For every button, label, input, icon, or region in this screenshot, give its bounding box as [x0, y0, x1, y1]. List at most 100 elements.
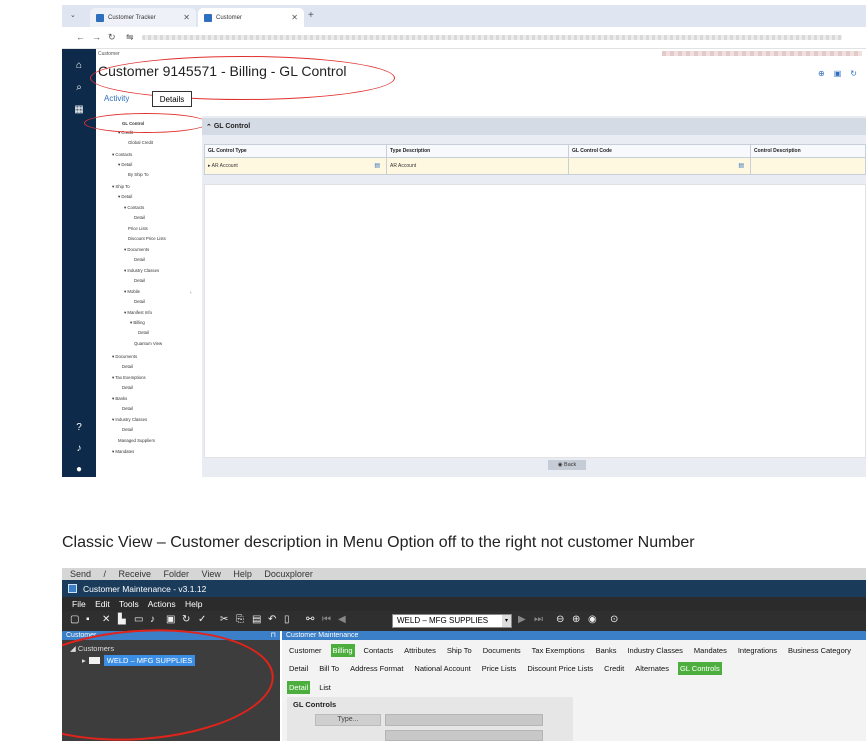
cut-icon[interactable]: ✂	[220, 614, 228, 625]
chevron-down-icon[interactable]: ⌄	[70, 11, 80, 21]
tree-item[interactable]: ▾ Contacts	[124, 205, 144, 211]
tree-item[interactable]: ▾ Manifest Info	[124, 310, 152, 316]
tree-item[interactable]: ▾ Mandates	[112, 449, 134, 455]
tree-item[interactable]: ▾ Industry Classes	[124, 268, 159, 274]
header-action-icons[interactable]: ⊕▣↻	[818, 69, 866, 78]
home-nav-icon[interactable]: ◉	[588, 614, 597, 625]
forward-nav-icon[interactable]: ⊕	[572, 614, 580, 625]
site-settings-icon[interactable]: ⇋	[126, 32, 134, 43]
tab-national-account[interactable]: National Account	[412, 662, 472, 675]
tree-item[interactable]: Global Credit	[128, 140, 153, 145]
grid-cell[interactable]: ▤	[568, 157, 751, 175]
tree-item[interactable]: ▾ Detail	[118, 162, 132, 168]
next-record-icon[interactable]: ▶	[518, 614, 526, 625]
tree-item[interactable]: Detail	[138, 330, 149, 335]
copy-icon[interactable]: ▭	[134, 614, 143, 625]
lookup-icon[interactable]: ▤	[738, 162, 744, 169]
tab-industry-classes[interactable]: Industry Classes	[625, 644, 684, 657]
tab-attributes[interactable]: Attributes	[402, 644, 438, 657]
tab-tax-exemptions[interactable]: Tax Exemptions	[530, 644, 587, 657]
browser-tab-customer[interactable]: Customer ✕	[198, 8, 304, 27]
tab-address-format[interactable]: Address Format	[348, 662, 405, 675]
tab-details[interactable]: Details	[152, 91, 192, 107]
tab-contacts[interactable]: Contacts	[362, 644, 396, 657]
save-icon[interactable]: ▪	[86, 614, 90, 625]
tree-item[interactable]: Detail	[134, 257, 145, 262]
tree-item[interactable]: ▾ Industry Classes	[112, 417, 147, 423]
tab-bill-to[interactable]: Bill To	[317, 662, 341, 675]
tab-detail-view[interactable]: Detail	[287, 681, 311, 694]
tree-item[interactable]: ▾ Contacts	[112, 152, 132, 158]
menu-actions[interactable]: Actions	[148, 599, 176, 609]
clipboard-icon[interactable]: ⎘	[236, 614, 244, 625]
tab-list-view[interactable]: List	[317, 681, 333, 694]
table-row[interactable]: ▸ AR Account ▤ AR Account ▤	[204, 157, 866, 175]
tree-item[interactable]: ▾ Mobile	[124, 289, 140, 295]
grid-cell[interactable]	[750, 157, 866, 175]
close-icon[interactable]: ✕	[291, 13, 298, 22]
tree-item[interactable]: Detail	[122, 385, 133, 390]
column-header[interactable]: GL Control Type	[204, 144, 387, 158]
tree-item[interactable]: ▾ Banks	[112, 396, 127, 402]
menu-file[interactable]: File	[72, 599, 86, 609]
chevron-down-icon[interactable]: ▾	[502, 615, 511, 627]
paste-icon[interactable]: ▤	[252, 614, 261, 625]
menu-edit[interactable]: Edit	[95, 599, 110, 609]
search-icon[interactable]: ⌕	[72, 81, 86, 95]
tab-banks[interactable]: Banks	[594, 644, 619, 657]
tree-item[interactable]: ▾ Documents	[124, 247, 149, 253]
tab-business-category[interactable]: Business Category	[786, 644, 853, 657]
tab-billing[interactable]: Billing	[330, 644, 355, 657]
bell-icon[interactable]: ♪	[72, 442, 86, 456]
tree-item[interactable]: ▾ Documents	[112, 354, 137, 360]
tab-activity[interactable]: Activity	[104, 94, 129, 103]
close-icon[interactable]: ✕	[183, 13, 190, 22]
undo-icon[interactable]: ↶	[268, 614, 276, 625]
refresh-icon[interactable]: ↻	[182, 614, 190, 625]
grid-cell[interactable]: ▸ AR Account ▤	[204, 157, 387, 175]
previous-record-icon[interactable]: ◀	[338, 614, 346, 625]
type-button[interactable]: Type...	[315, 714, 381, 726]
record-selector[interactable]: WELD – MFG SUPPLIES ▾	[392, 614, 512, 628]
last-record-icon[interactable]: ⏭	[534, 614, 543, 625]
type-description-field[interactable]	[385, 730, 543, 741]
menu-tools[interactable]: Tools	[119, 599, 139, 609]
grid-cell[interactable]: AR Account	[386, 157, 569, 175]
back-button[interactable]: ◉ Back	[548, 460, 586, 470]
tree-item[interactable]: Quantum View	[134, 341, 162, 346]
tab-price-lists[interactable]: Price Lists	[480, 662, 519, 675]
tree-item[interactable]: ▾ Billing	[130, 320, 145, 326]
reload-icon[interactable]: ↻	[108, 32, 116, 43]
column-header[interactable]: Control Description	[750, 144, 866, 158]
tree-item[interactable]: Detail	[134, 215, 145, 220]
tab-credit[interactable]: Credit	[602, 662, 626, 675]
tree-item[interactable]: Detail	[122, 406, 133, 411]
tab-mandates[interactable]: Mandates	[692, 644, 729, 657]
back-arrow-icon[interactable]: ←	[76, 32, 85, 42]
tree-item[interactable]: Detail	[134, 299, 145, 304]
binoculars-icon[interactable]: ⚯	[306, 614, 314, 625]
type-field[interactable]	[385, 714, 543, 726]
tree-item[interactable]: Detail	[122, 427, 133, 432]
section-header[interactable]: ⌃ GL Control	[202, 118, 866, 135]
notes-icon[interactable]: ▯	[284, 614, 290, 625]
lookup-icon[interactable]: ▤	[374, 162, 380, 169]
tab-ship-to[interactable]: Ship To	[445, 644, 474, 657]
user-icon[interactable]: ●	[72, 463, 86, 477]
tree-item[interactable]: Discount Price Lists	[128, 236, 166, 241]
tree-item[interactable]: Detail	[134, 278, 145, 283]
first-record-icon[interactable]: ⏮	[322, 614, 331, 625]
tree-item[interactable]: By Ship To	[128, 172, 148, 177]
browser-tab-customer-tracker[interactable]: Customer Tracker ✕	[90, 8, 196, 27]
tab-alternates[interactable]: Alternates	[633, 662, 671, 675]
tree-item[interactable]: Managed Suppliers	[118, 438, 155, 443]
check-icon[interactable]: ✓	[198, 614, 206, 625]
tree-item[interactable]: Detail	[122, 364, 133, 369]
home-icon[interactable]: ⌂	[72, 59, 86, 73]
column-header[interactable]: Type Description	[386, 144, 569, 158]
tree-item[interactable]: ▾ Tax Exemptions	[112, 375, 146, 381]
tree-item[interactable]: ▾ Ship To	[112, 184, 130, 190]
tree-item[interactable]: Price Lists	[128, 226, 148, 231]
forward-arrow-icon[interactable]: →	[92, 32, 101, 42]
pin-icon[interactable]: ⊓	[271, 631, 276, 640]
